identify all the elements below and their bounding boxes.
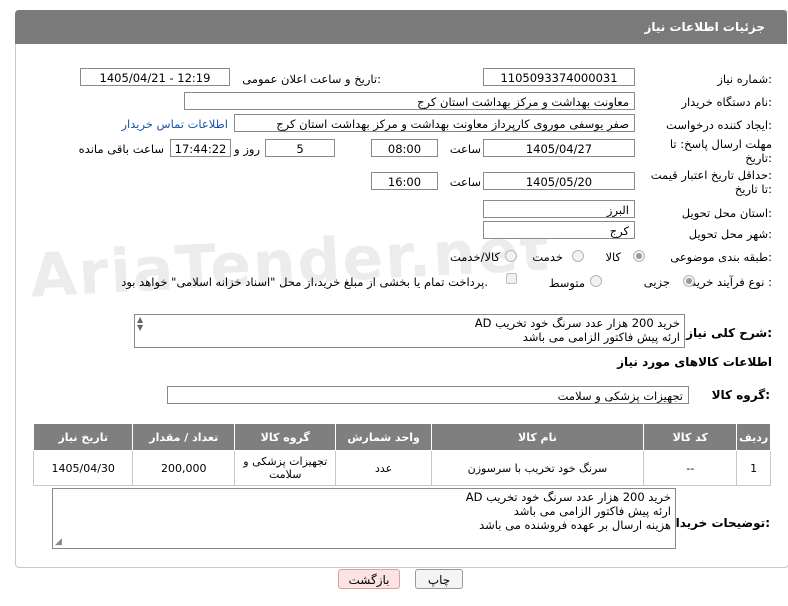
cell-date: 1405/04/30	[32, 450, 134, 486]
col-date: تاریخ نیاز	[32, 423, 134, 451]
process-label: نوع فرآیند خرید :	[690, 275, 772, 289]
need-number-field: 1105093374000031	[483, 68, 635, 86]
buyer-org-field: معاونت بهداشت و مرکز بهداشت استان کرج	[184, 92, 635, 110]
creator-field: صفر یوسفی موروی کارپرداز معاونت بهداشت و…	[234, 114, 635, 132]
cell-code: --	[643, 450, 738, 486]
contact-info-link[interactable]: اطلاعات تماس خریدار	[121, 117, 228, 131]
col-unit: واحد شمارش	[335, 423, 432, 451]
textarea-scroll-icon: ▲ ▼	[137, 315, 144, 332]
goods-group-label: گروه کالا:	[711, 388, 770, 402]
deadline-date-field: 1405/04/27	[483, 139, 635, 157]
price-date-field: 1405/05/20	[483, 172, 635, 190]
print-button[interactable]: چاپ	[415, 569, 463, 589]
need-number-label: شماره نیاز:	[717, 72, 772, 86]
deadline-time-label: ساعت	[449, 142, 481, 156]
buyer-notes-label: توضیحات خریدار:	[668, 516, 770, 530]
goods-group-field: تجهیزات پزشکی و سلامت	[167, 386, 689, 404]
deadline-label-date: تاریخ:	[745, 151, 772, 165]
remaining-time-field: 17:44:22	[170, 139, 231, 157]
treasury-payment-note: پرداخت تمام یا بخشی از مبلغ خرید،از محل …	[121, 275, 488, 289]
process-option-minor: جزیی	[643, 275, 670, 289]
cell-qty: 200,000	[132, 450, 235, 486]
page-title: جزئیات اطلاعات نیاز	[644, 20, 765, 34]
col-qty: تعداد / مقدار	[132, 423, 235, 451]
days-field: 5	[265, 139, 335, 157]
city-field: کرج	[483, 221, 635, 239]
description-label: شرح کلی نیاز:	[686, 326, 772, 340]
deadline-label: مهلت ارسال پاسخ: تا	[669, 137, 772, 151]
cell-group: تجهیزات پزشکی و سلامت	[233, 450, 337, 486]
process-radio-medium[interactable]	[590, 275, 602, 287]
cell-unit: عدد	[335, 450, 432, 486]
creator-label: ایجاد کننده درخواست:	[666, 118, 772, 132]
cell-name: سرنگ خود تخریب با سرسوزن	[430, 450, 645, 486]
buyer-notes-textarea[interactable]: خرید 200 هزار عدد سرنگ خود تخریب AD ارئه…	[52, 488, 676, 549]
category-option-service: خدمت	[532, 250, 563, 264]
category-radio-service[interactable]	[572, 250, 584, 262]
back-button[interactable]: بازگشت	[338, 569, 400, 589]
process-radio-minor[interactable]	[683, 275, 695, 287]
treasury-payment-checkbox[interactable]	[506, 273, 517, 284]
deadline-time-field: 08:00	[371, 139, 438, 157]
col-name: نام کالا	[430, 423, 645, 451]
category-option-goods: کالا	[605, 250, 621, 264]
col-row: ردیف	[736, 423, 771, 451]
goods-table-header: ردیف کد کالا نام کالا واحد شمارش گروه کا…	[32, 423, 771, 451]
buyer-org-label: نام دستگاه خریدار:	[681, 95, 772, 109]
announce-label: تاریخ و ساعت اعلان عمومی:	[242, 72, 381, 86]
goods-section-title: اطلاعات کالاهای مورد نیاز	[617, 355, 772, 369]
resize-handle-icon[interactable]: ◢	[55, 537, 62, 547]
category-label: طبقه بندی موضوعی:	[670, 250, 772, 264]
table-row: 1 -- سرنگ خود تخریب با سرسوزن عدد تجهیزا…	[32, 450, 771, 486]
category-radio-goods-service[interactable]	[505, 250, 517, 262]
price-validity-label-date: تا تاریخ:	[734, 182, 772, 196]
col-group: گروه کالا	[233, 423, 337, 451]
process-option-medium: متوسط	[548, 276, 585, 290]
cell-row: 1	[736, 450, 771, 486]
city-label: شهر محل تحویل:	[688, 227, 772, 241]
col-code: کد کالا	[643, 423, 738, 451]
province-label: استان محل تحویل:	[681, 206, 772, 220]
category-option-goods-service: کالا/خدمت	[449, 250, 500, 264]
days-label: روز و	[234, 142, 260, 156]
price-validity-label: حداقل تاریخ اعتبار قیمت:	[650, 168, 772, 182]
province-field: البرز	[483, 200, 635, 218]
remaining-time-label: ساعت باقی مانده	[78, 142, 164, 156]
description-textarea[interactable]: خرید 200 هزار عدد سرنگ خود تخریب AD ارئه…	[134, 314, 685, 348]
price-time-field: 16:00	[371, 172, 438, 190]
goods-table: ردیف کد کالا نام کالا واحد شمارش گروه کا…	[32, 423, 771, 486]
category-radio-goods[interactable]	[633, 250, 645, 262]
announce-field: 1405/04/21 - 12:19	[80, 68, 230, 86]
price-time-label: ساعت	[449, 175, 481, 189]
panel-header: جزئیات اطلاعات نیاز	[15, 10, 787, 44]
